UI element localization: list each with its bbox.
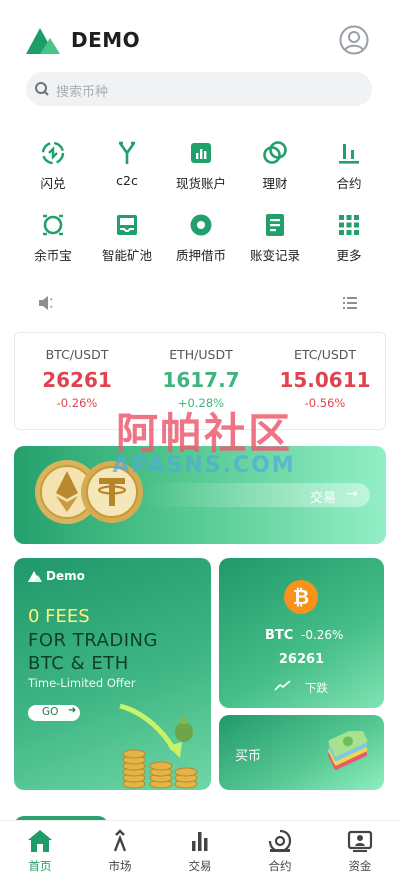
- grid-item-account-record[interactable]: 账变记录: [238, 212, 312, 272]
- ticker-price: 1617.7: [162, 368, 240, 392]
- grid-label: 质押借币: [175, 248, 226, 263]
- tab-label: 首页: [28, 859, 52, 873]
- grid-label: 合约: [336, 176, 362, 191]
- ticker-etc[interactable]: ETC/USDT 15.0611 -0.56%: [263, 347, 387, 410]
- trade-banner[interactable]: 交易 →: [14, 446, 386, 544]
- grid-item-contract[interactable]: 合约: [312, 140, 386, 200]
- btc-quote-card[interactable]: ₿ BTC -0.26% 26261 下跌: [219, 558, 384, 708]
- logo-icon: [26, 28, 60, 54]
- promo-subtitle: Time-Limited Offer: [28, 676, 136, 690]
- promo-line2: BTC & ETH: [28, 653, 129, 674]
- arrow-right-icon: →: [346, 486, 358, 502]
- ticker-price: 15.0611: [279, 368, 371, 392]
- c2c-icon: [118, 141, 136, 164]
- more-grid-icon: [339, 215, 359, 235]
- finance-icon: [263, 141, 287, 164]
- grid-item-coin-treasure[interactable]: 余币宝: [16, 212, 90, 272]
- ticker-btc[interactable]: BTC/USDT 26261 -0.26%: [15, 347, 139, 410]
- grid-label: c2c: [116, 173, 138, 188]
- go-button[interactable]: GO ➜: [28, 705, 80, 721]
- promo-fees: 0 FEES: [28, 606, 90, 627]
- grid-item-more[interactable]: 更多: [312, 212, 386, 272]
- pledge-loan-icon: [190, 214, 212, 236]
- ticker-pair: BTC/USDT: [45, 347, 109, 362]
- trade-bars-icon: [192, 832, 208, 851]
- grid-item-mining-pool[interactable]: 智能矿池: [90, 212, 164, 272]
- cash-stack-icon: [328, 731, 368, 770]
- buy-coin-card[interactable]: 买币: [219, 715, 384, 790]
- speaker-icon: [39, 296, 53, 310]
- contract-icon: [339, 144, 359, 164]
- mining-pool-icon: [117, 215, 137, 235]
- trade-button[interactable]: 交易 →: [140, 483, 370, 507]
- grid-item-finance[interactable]: 理财: [238, 140, 312, 200]
- wallet-icon: [347, 830, 373, 852]
- trend-line-icon: [274, 680, 291, 691]
- ticker-pair: ETH/USDT: [169, 347, 233, 362]
- grid-item-c2c[interactable]: c2c: [90, 140, 164, 200]
- search-placeholder: 搜索币种: [56, 85, 109, 100]
- grid-label: 理财: [262, 176, 288, 191]
- coin-treasure-icon: [43, 214, 63, 236]
- market-icon: [113, 829, 127, 852]
- contract-tab-icon: [268, 829, 292, 853]
- tab-label: 合约: [268, 859, 292, 873]
- ticker-price: 26261: [42, 368, 112, 392]
- zero-fees-promo-card[interactable]: Demo 0 FEES FOR TRADING BTC & ETH Time-L…: [14, 558, 211, 790]
- grid-label: 智能矿池: [101, 248, 152, 263]
- buy-coin-label: 买币: [235, 749, 262, 764]
- user-profile-icon[interactable]: [339, 25, 369, 55]
- search-bar[interactable]: 搜索币种: [26, 72, 372, 106]
- btc-trend-label: 下跌: [305, 681, 328, 695]
- grid-label: 更多: [336, 248, 362, 263]
- tab-label: 交易: [188, 859, 212, 873]
- spot-account-icon: [191, 143, 211, 163]
- search-icon: [35, 82, 49, 96]
- tab-market[interactable]: 市场: [80, 829, 160, 874]
- grid-item-flash-exchange[interactable]: 闪兑: [16, 140, 90, 200]
- tab-assets[interactable]: 资金: [320, 829, 400, 874]
- ticker-change: +0.28%: [177, 396, 225, 410]
- ticker-change: -0.56%: [304, 396, 346, 410]
- grid-label: 现货账户: [175, 176, 226, 191]
- grid-item-pledge-loan[interactable]: 质押借币: [164, 212, 238, 272]
- ticker-pair: ETC/USDT: [293, 347, 357, 362]
- brand-name: DEMO: [71, 28, 141, 52]
- promo-brand: Demo: [46, 569, 85, 583]
- tether-coin-icon: [81, 461, 143, 523]
- grid-label: 闪兑: [40, 176, 66, 191]
- account-record-icon: [266, 214, 284, 236]
- logo-icon: [28, 571, 42, 582]
- list-icon[interactable]: [342, 295, 358, 311]
- tab-label: 资金: [348, 859, 372, 873]
- tab-label: 市场: [108, 859, 132, 873]
- tab-contract[interactable]: 合约: [240, 829, 320, 874]
- flash-exchange-icon: [41, 141, 65, 165]
- trade-button-label: 交易: [309, 491, 336, 506]
- market-ticker: BTC/USDT 26261 -0.26% ETH/USDT 1617.7 +0…: [14, 332, 386, 430]
- promo-line1: FOR TRADING: [28, 630, 158, 651]
- go-button-label: GO: [42, 706, 59, 718]
- tab-home[interactable]: 首页: [0, 829, 80, 874]
- svg-text:₿: ₿: [293, 585, 309, 609]
- grid-item-spot-account[interactable]: 现货账户: [164, 140, 238, 200]
- btc-change: -0.26%: [301, 628, 344, 642]
- tab-trade[interactable]: 交易: [160, 829, 240, 874]
- btc-symbol: BTC: [265, 628, 294, 643]
- ticker-change: -0.26%: [56, 396, 98, 410]
- ticker-eth[interactable]: ETH/USDT 1617.7 +0.28%: [139, 347, 263, 410]
- app-header: DEMO: [0, 0, 400, 70]
- grid-label: 账变记录: [249, 248, 300, 263]
- grid-label: 余币宝: [34, 248, 72, 263]
- notice-bar[interactable]: [26, 294, 358, 312]
- coin-stack-illustration: [119, 703, 198, 789]
- arrow-right-icon: ➜: [68, 705, 77, 716]
- btc-price: 26261: [278, 652, 325, 667]
- bitcoin-icon: ₿: [284, 580, 318, 614]
- bottom-tab-bar: 首页 市场 交易 合约 资金: [0, 820, 400, 876]
- home-icon: [28, 830, 52, 852]
